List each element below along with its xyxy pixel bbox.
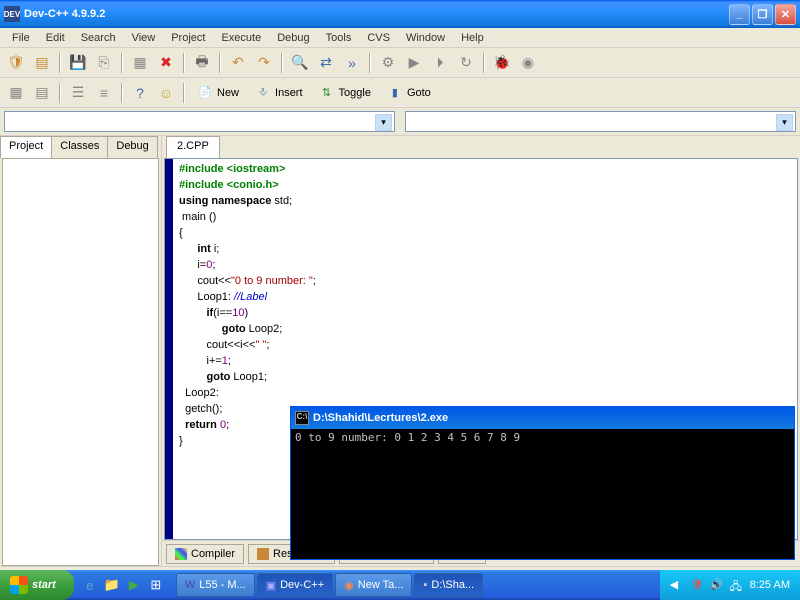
list-icon[interactable]: ☰ bbox=[66, 81, 90, 105]
gutter bbox=[165, 159, 173, 539]
window-titlebar: DEV Dev-C++ 4.9.9.2 _ ❐ ✕ bbox=[0, 0, 800, 28]
console-titlebar[interactable]: C:\ D:\Shahid\Lecrtures\2.exe bbox=[291, 407, 794, 429]
project-tree[interactable] bbox=[2, 158, 159, 566]
explorer-icon[interactable]: 📁 bbox=[102, 575, 122, 595]
redo-icon[interactable]: ↷ bbox=[252, 51, 276, 75]
task-item[interactable]: ▣Dev-C++ bbox=[257, 573, 333, 597]
grid2-icon[interactable]: ▤ bbox=[30, 81, 54, 105]
main-toolbar: 🛡 ▤ 💾 ⎘ ▦ ✖ 🖶 ↶ ↷ 🔍 ⇄ » ⚙ ▶ ⏵ ↻ 🐞 ◉ bbox=[0, 48, 800, 78]
windows-logo-icon bbox=[10, 576, 28, 594]
menu-cvs[interactable]: CVS bbox=[359, 30, 398, 46]
about-icon[interactable]: ☺ bbox=[154, 81, 178, 105]
file-tab[interactable]: 2.CPP bbox=[166, 136, 220, 158]
rebuild-icon[interactable]: ↻ bbox=[454, 51, 478, 75]
open-icon[interactable]: ▤ bbox=[30, 51, 54, 75]
insert-button[interactable]: ⎀ Insert bbox=[248, 82, 310, 104]
replace-icon[interactable]: ⇄ bbox=[314, 51, 338, 75]
menu-file[interactable]: File bbox=[4, 30, 38, 46]
toggle-label: Toggle bbox=[339, 87, 371, 99]
list2-icon[interactable]: ≡ bbox=[92, 81, 116, 105]
menu-project[interactable]: Project bbox=[163, 30, 213, 46]
sidebar: Project Classes Debug bbox=[0, 136, 162, 566]
new-file-icon: 📄 bbox=[197, 85, 213, 101]
task-item[interactable]: ▪D:\Sha... bbox=[414, 573, 483, 597]
selector-bar bbox=[0, 108, 800, 136]
grid-icon[interactable]: ▦ bbox=[4, 81, 28, 105]
run-icon[interactable]: ▶ bbox=[402, 51, 426, 75]
undo-icon[interactable]: ↶ bbox=[226, 51, 250, 75]
task-item[interactable]: WL55 - M... bbox=[176, 573, 255, 597]
menu-search[interactable]: Search bbox=[73, 30, 124, 46]
maximize-button[interactable]: ❐ bbox=[752, 4, 773, 25]
chrome-icon: ◉ bbox=[344, 579, 354, 592]
save-icon[interactable]: 💾 bbox=[66, 51, 90, 75]
help-icon[interactable]: ? bbox=[128, 81, 152, 105]
menu-view[interactable]: View bbox=[124, 30, 164, 46]
find-next-icon[interactable]: » bbox=[340, 51, 364, 75]
clock[interactable]: 8:25 AM bbox=[750, 579, 790, 591]
desktop-icon[interactable]: ⊞ bbox=[146, 575, 166, 595]
insert-label: Insert bbox=[275, 87, 303, 99]
console-title-text: D:\Shahid\Lecrtures\2.exe bbox=[313, 412, 448, 424]
save-all-icon[interactable]: ⎘ bbox=[92, 51, 116, 75]
taskbar: start e 📁 ▶ ⊞ WL55 - M... ▣Dev-C++ ◉New … bbox=[0, 570, 800, 600]
find-icon[interactable]: 🔍 bbox=[288, 51, 312, 75]
close-file-icon[interactable]: ✖ bbox=[154, 51, 178, 75]
toggle-button[interactable]: ⇅ Toggle bbox=[312, 82, 378, 104]
start-button[interactable]: start bbox=[0, 570, 74, 600]
save-project-icon[interactable]: ▦ bbox=[128, 51, 152, 75]
volume-icon[interactable]: 🔊 bbox=[710, 578, 724, 592]
shield-icon[interactable]: 🛡 bbox=[690, 578, 704, 592]
compiler-tab-icon bbox=[175, 548, 187, 560]
new-label: New bbox=[217, 87, 239, 99]
tab-compiler[interactable]: Compiler bbox=[166, 544, 244, 564]
app-icon: DEV bbox=[4, 6, 20, 22]
devcpp-icon: ▣ bbox=[266, 579, 276, 592]
menubar: File Edit Search View Project Execute De… bbox=[0, 28, 800, 48]
tray-icon[interactable]: ◀ bbox=[670, 578, 684, 592]
resources-tab-icon bbox=[257, 548, 269, 560]
goto-label: Goto bbox=[407, 87, 431, 99]
tab-classes[interactable]: Classes bbox=[51, 136, 108, 158]
tab-project[interactable]: Project bbox=[0, 136, 52, 158]
goto-button[interactable]: ▮ Goto bbox=[380, 82, 438, 104]
console-output: 0 to 9 number: 0 1 2 3 4 5 6 7 8 9 bbox=[291, 429, 794, 446]
quick-launch: e 📁 ▶ ⊞ bbox=[74, 575, 172, 595]
print-icon[interactable]: 🖶 bbox=[190, 51, 214, 75]
minimize-button[interactable]: _ bbox=[729, 4, 750, 25]
insert-icon: ⎀ bbox=[255, 85, 271, 101]
ie-icon[interactable]: e bbox=[80, 575, 100, 595]
profile-icon[interactable]: ◉ bbox=[516, 51, 540, 75]
tab-debug[interactable]: Debug bbox=[107, 136, 157, 158]
media-icon[interactable]: ▶ bbox=[124, 575, 144, 595]
word-icon: W bbox=[185, 579, 195, 591]
new-project-icon[interactable]: 🛡 bbox=[4, 51, 28, 75]
console-window[interactable]: C:\ D:\Shahid\Lecrtures\2.exe 0 to 9 num… bbox=[290, 406, 795, 560]
menu-window[interactable]: Window bbox=[398, 30, 453, 46]
menu-debug[interactable]: Debug bbox=[269, 30, 317, 46]
task-items: WL55 - M... ▣Dev-C++ ◉New Ta... ▪D:\Sha.… bbox=[172, 573, 660, 597]
new-button[interactable]: 📄 New bbox=[190, 82, 246, 104]
menu-tools[interactable]: Tools bbox=[318, 30, 360, 46]
window-title: Dev-C++ 4.9.9.2 bbox=[24, 8, 729, 20]
menu-help[interactable]: Help bbox=[453, 30, 492, 46]
goto-icon: ▮ bbox=[387, 85, 403, 101]
menu-execute[interactable]: Execute bbox=[213, 30, 269, 46]
menu-edit[interactable]: Edit bbox=[38, 30, 73, 46]
close-button[interactable]: ✕ bbox=[775, 4, 796, 25]
task-item[interactable]: ◉New Ta... bbox=[335, 573, 412, 597]
method-selector-dropdown[interactable] bbox=[405, 111, 796, 132]
network-icon[interactable]: 🖧 bbox=[730, 578, 744, 592]
toggle-icon: ⇅ bbox=[319, 85, 335, 101]
compile-icon[interactable]: ⚙ bbox=[376, 51, 400, 75]
console-icon: C:\ bbox=[295, 411, 309, 425]
cmd-icon: ▪ bbox=[423, 579, 427, 591]
class-selector-dropdown[interactable] bbox=[4, 111, 395, 132]
secondary-toolbar: ▦ ▤ ☰ ≡ ? ☺ 📄 New ⎀ Insert ⇅ Toggle ▮ Go… bbox=[0, 78, 800, 108]
debug-icon[interactable]: 🐞 bbox=[490, 51, 514, 75]
compile-run-icon[interactable]: ⏵ bbox=[428, 51, 452, 75]
system-tray[interactable]: ◀ 🛡 🔊 🖧 8:25 AM bbox=[660, 570, 800, 600]
